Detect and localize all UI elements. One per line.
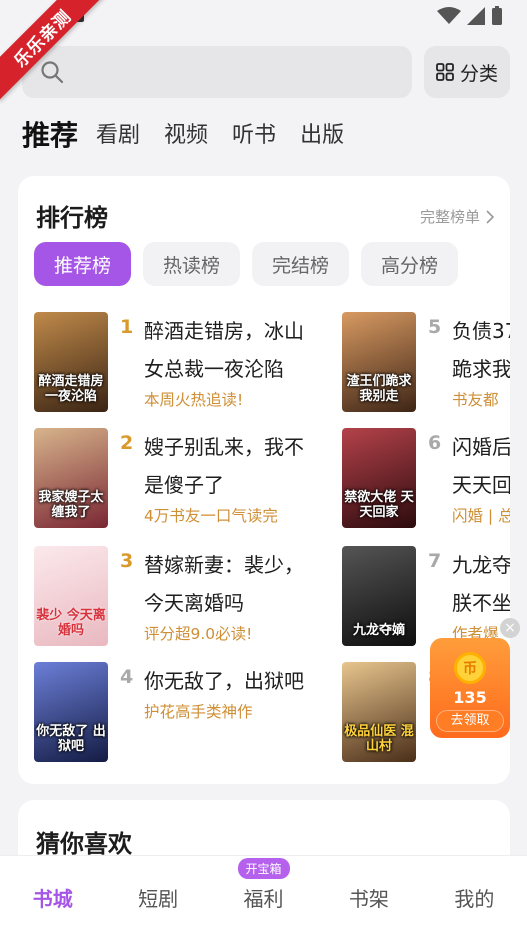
book-item[interactable]: 你无敌了 出狱吧 4 你无敌了，出狱吧 护花高手类神作 xyxy=(34,662,334,766)
full-ranking-link[interactable]: 完整榜单 xyxy=(420,206,494,227)
cover-title: 你无敌了 出狱吧 xyxy=(36,724,106,754)
nav-profile[interactable]: 我的 xyxy=(422,856,527,938)
search-input[interactable] xyxy=(22,46,412,98)
book-item[interactable]: 禁欲大佬 天天回家 6 闪婚后 天天回 闪婚 | 总 xyxy=(342,428,510,532)
book-item[interactable]: 九龙夺嫡 7 九龙夺 朕不坐 作者爆 xyxy=(342,546,510,650)
book-cover[interactable]: 裴少 今天离婚吗 xyxy=(34,546,108,646)
reward-close-button[interactable]: × xyxy=(500,618,520,638)
nav-welfare[interactable]: 开宝箱 福利 xyxy=(211,856,316,938)
cover-title: 渣王们跪求我别走 xyxy=(346,374,412,404)
nav-bookshelf[interactable]: 书架 xyxy=(316,856,421,938)
cover-title: 裴少 今天离婚吗 xyxy=(36,608,106,638)
nav-label: 福利 xyxy=(243,886,284,911)
book-title-line2: 朕不坐 xyxy=(452,591,510,615)
book-cover[interactable]: 醉酒走错房 一夜沦陷 xyxy=(34,312,108,412)
book-tag: 本周火热追读! xyxy=(144,391,244,409)
book-cover[interactable]: 我家嫂子太缠我了 xyxy=(34,428,108,528)
coin-icon: 币 xyxy=(454,652,486,684)
book-title-line2: 跪求我 xyxy=(452,357,510,381)
book-title: 九龙夺 xyxy=(452,553,510,577)
tab-publish[interactable]: 出版 xyxy=(300,112,344,160)
book-title: 闪婚后 xyxy=(452,435,510,459)
reward-widget[interactable]: 币 135 去领取 xyxy=(430,638,510,738)
signal-icon xyxy=(467,7,485,25)
book-title: 嫂子别乱来，我不是傻子了 xyxy=(144,435,304,497)
book-tag: 书友都 xyxy=(452,391,499,409)
ranking-title: 排行榜 xyxy=(36,204,108,232)
book-cover[interactable]: 极品仙医 混山村 xyxy=(342,662,416,762)
cover-title: 禁欲大佬 天天回家 xyxy=(344,490,414,520)
nav-label: 短剧 xyxy=(138,886,179,911)
ranking-chips: 推荐榜 热读榜 完结榜 高分榜 xyxy=(34,242,458,286)
book-tag: 护花高手类神作 xyxy=(144,703,253,721)
tab-drama[interactable]: 看剧 xyxy=(96,112,140,160)
book-tag: 4万书友一口气读完 xyxy=(144,507,278,525)
wifi-icon xyxy=(437,7,461,24)
cover-title: 醉酒走错房 一夜沦陷 xyxy=(38,374,104,404)
nav-label: 书城 xyxy=(32,886,73,911)
book-tag: 评分超9.0必读! xyxy=(144,625,253,643)
battery-icon xyxy=(492,6,502,25)
category-button[interactable]: 分类 xyxy=(424,46,510,98)
book-item[interactable]: 裴少 今天离婚吗 3 替嫁新妻：裴少，今天离婚吗 评分超9.0必读! xyxy=(34,546,334,650)
chip-hot[interactable]: 热读榜 xyxy=(143,242,240,286)
rank-number: 1 xyxy=(120,316,134,338)
tab-audiobook[interactable]: 听书 xyxy=(232,112,276,160)
nav-short-drama[interactable]: 短剧 xyxy=(105,856,210,938)
tab-video[interactable]: 视频 xyxy=(164,112,208,160)
rank-number: 2 xyxy=(120,432,134,454)
book-item[interactable]: 醉酒走错房 一夜沦陷 1 醉酒走错房，冰山女总裁一夜沦陷 本周火热追读! xyxy=(34,312,334,416)
nav-bookstore[interactable]: 书城 xyxy=(0,856,105,938)
book-cover[interactable]: 渣王们跪求我别走 xyxy=(342,312,416,412)
treasure-badge: 开宝箱 xyxy=(237,858,290,879)
rank-number: 3 xyxy=(120,550,134,572)
cover-title: 极品仙医 混山村 xyxy=(344,724,414,754)
cover-title: 九龙夺嫡 xyxy=(352,623,405,638)
rank-number: 7 xyxy=(428,550,442,572)
bottom-nav: 书城 短剧 开宝箱 福利 书架 我的 xyxy=(0,856,527,938)
claim-button[interactable]: 去领取 xyxy=(436,710,504,732)
book-title: 你无敌了，出狱吧 xyxy=(144,669,304,693)
search-icon xyxy=(41,61,64,84)
rank-number: 4 xyxy=(120,666,134,688)
chip-recommend[interactable]: 推荐榜 xyxy=(34,242,131,286)
status-icons xyxy=(437,6,503,26)
category-label: 分类 xyxy=(459,62,498,85)
book-cover[interactable]: 禁欲大佬 天天回家 xyxy=(342,428,416,528)
book-title-line2: 天天回 xyxy=(452,473,510,497)
top-tabs: 推荐 看剧 视频 听书 出版 xyxy=(22,112,368,160)
reward-amount: 135 xyxy=(453,688,487,707)
guess-title: 猜你喜欢 xyxy=(36,830,132,858)
book-item[interactable]: 我家嫂子太缠我了 2 嫂子别乱来，我不是傻子了 4万书友一口气读完 xyxy=(34,428,334,532)
rank-number: 6 xyxy=(428,432,442,454)
book-tag: 闪婚 | 总 xyxy=(452,507,510,525)
chip-finished[interactable]: 完结榜 xyxy=(252,242,349,286)
chip-high-score[interactable]: 高分榜 xyxy=(361,242,458,286)
full-ranking-label: 完整榜单 xyxy=(419,208,480,226)
nav-label: 我的 xyxy=(454,886,495,911)
tab-recommend[interactable]: 推荐 xyxy=(22,112,78,160)
rank-number: 5 xyxy=(428,316,442,338)
book-title: 负债37 xyxy=(452,319,510,343)
cover-title: 我家嫂子太缠我了 xyxy=(38,490,104,520)
chevron-right-icon xyxy=(486,209,494,224)
book-item[interactable]: 渣王们跪求我别走 5 负债37 跪求我 书友都 xyxy=(342,312,510,416)
nav-label: 书架 xyxy=(348,886,389,911)
book-cover[interactable]: 你无敌了 出狱吧 xyxy=(34,662,108,762)
book-title: 醉酒走错房，冰山女总裁一夜沦陷 xyxy=(144,319,304,381)
book-cover[interactable]: 九龙夺嫡 xyxy=(342,546,416,646)
book-title: 替嫁新妻：裴少，今天离婚吗 xyxy=(144,553,304,615)
grid-icon xyxy=(436,63,454,81)
